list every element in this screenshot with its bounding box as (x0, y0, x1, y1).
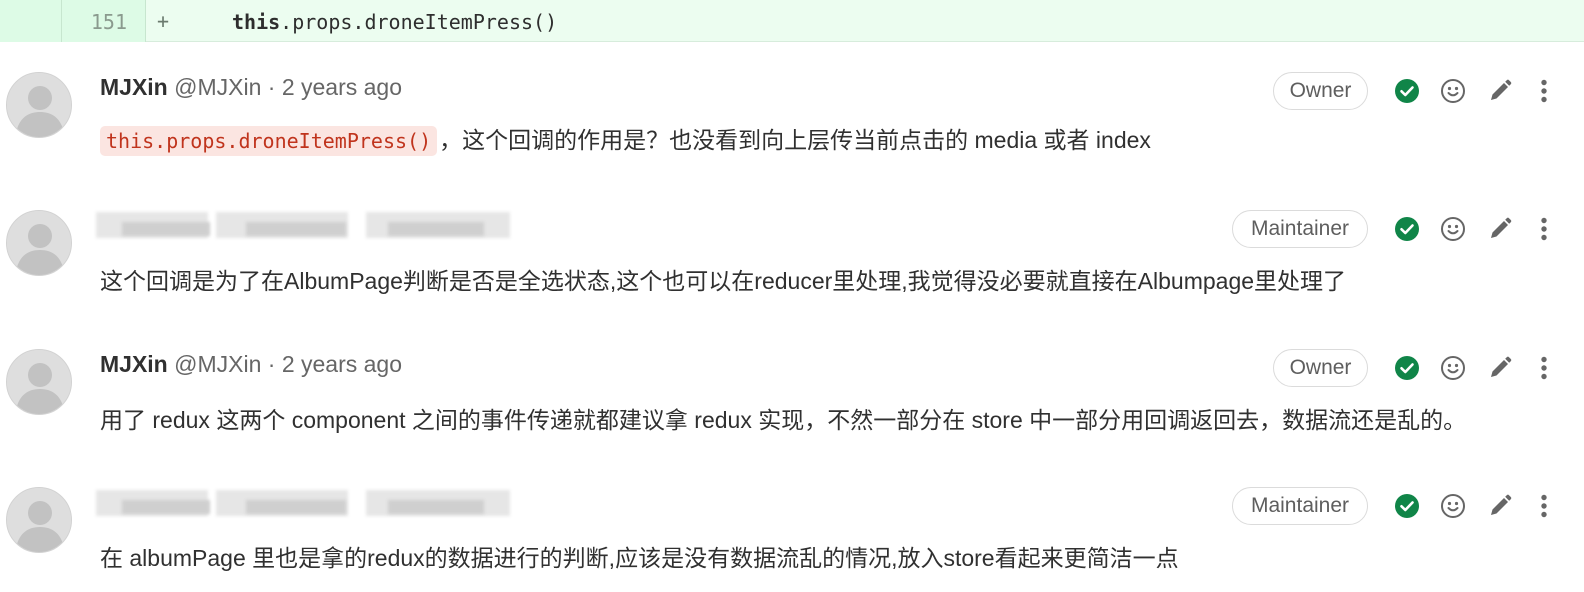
more-actions-button[interactable] (1529, 214, 1559, 244)
role-badge: Owner (1273, 72, 1368, 110)
smiley-icon (1441, 79, 1465, 103)
author-name[interactable]: MJXin (100, 74, 168, 100)
note-timestamp[interactable]: 2 years ago (282, 351, 402, 377)
default-avatar-icon (7, 488, 71, 552)
avatar[interactable] (6, 72, 72, 138)
kebab-menu-icon (1541, 356, 1547, 380)
discussion-note: 这个回调是为了在AlbumPage判断是否是全选状态,这个也可以在reducer… (0, 180, 1584, 310)
avatar[interactable] (6, 210, 72, 276)
check-circle-icon (1395, 494, 1419, 518)
diff-new-line-gutter[interactable]: 151 (62, 0, 146, 42)
resolve-thread-button[interactable] (1392, 214, 1422, 244)
note-header: MJXin @MJXin · 2 years ago (100, 74, 402, 101)
diff-line-number[interactable]: 151 (91, 10, 127, 34)
check-circle-icon (1395, 217, 1419, 241)
discussion-note: MJXin @MJXin · 2 years ago 用了 redux 这两个 … (0, 319, 1584, 449)
edit-comment-button[interactable] (1485, 214, 1515, 244)
role-badge: Maintainer (1232, 210, 1368, 248)
diff-code-keyword: this (232, 10, 281, 34)
edit-comment-button[interactable] (1485, 353, 1515, 383)
add-reaction-button[interactable] (1438, 353, 1468, 383)
kebab-menu-icon (1541, 217, 1547, 241)
author-username[interactable]: @MJXin (174, 74, 261, 100)
default-avatar-icon (7, 211, 71, 275)
more-actions-button[interactable] (1529, 76, 1559, 106)
edit-comment-button[interactable] (1485, 491, 1515, 521)
check-circle-icon (1395, 79, 1419, 103)
role-badge: Maintainer (1232, 487, 1368, 525)
pencil-icon (1491, 79, 1512, 100)
more-actions-button[interactable] (1529, 353, 1559, 383)
pencil-icon (1491, 494, 1512, 515)
resolve-thread-button[interactable] (1392, 76, 1422, 106)
diff-old-line-gutter[interactable] (0, 0, 62, 42)
kebab-menu-icon (1541, 494, 1547, 518)
header-separator: · (267, 74, 276, 100)
add-reaction-button[interactable] (1438, 491, 1468, 521)
diff-added-marker: + (157, 9, 170, 33)
more-actions-button[interactable] (1529, 491, 1559, 521)
header-separator: · (267, 351, 276, 377)
redacted-author-name (96, 212, 510, 238)
edit-comment-button[interactable] (1485, 76, 1515, 106)
note-text: 在 albumPage 里也是拿的redux的数据进行的判断,应该是没有数据流乱… (100, 545, 1179, 571)
smiley-icon (1441, 494, 1465, 518)
discussion-note: 在 albumPage 里也是拿的redux的数据进行的判断,应该是没有数据流乱… (0, 457, 1584, 587)
note-body: 用了 redux 这两个 component 之间的事件传递就都建议拿 redu… (100, 401, 1466, 435)
resolve-thread-button[interactable] (1392, 353, 1422, 383)
check-circle-icon (1395, 356, 1419, 380)
kebab-menu-icon (1541, 79, 1547, 103)
add-reaction-button[interactable] (1438, 76, 1468, 106)
note-body: 这个回调是为了在AlbumPage判断是否是全选状态,这个也可以在reducer… (100, 262, 1346, 296)
note-text: 用了 redux 这两个 component 之间的事件传递就都建议拿 redu… (100, 407, 1467, 433)
smiley-icon (1441, 356, 1465, 380)
author-name[interactable]: MJXin (100, 351, 168, 377)
discussion-note: MJXin @MJXin · 2 years ago this.props.dr… (0, 42, 1584, 172)
default-avatar-icon (7, 73, 71, 137)
note-timestamp[interactable]: 2 years ago (282, 74, 402, 100)
resolve-thread-button[interactable] (1392, 491, 1422, 521)
note-body: this.props.droneItemPress() ，这个回调的作用是？也没看… (100, 121, 1151, 156)
smiley-icon (1441, 217, 1465, 241)
note-text: ，这个回调的作用是？也没看到向上层传当前点击的 media 或者 index (439, 127, 1151, 153)
note-body: 在 albumPage 里也是拿的redux的数据进行的判断,应该是没有数据流乱… (100, 539, 1179, 573)
pencil-icon (1491, 217, 1512, 238)
diff-added-line: 151 + this.props.droneItemPress() (0, 0, 1584, 42)
diff-code: this.props.droneItemPress() (232, 10, 557, 34)
avatar[interactable] (6, 349, 72, 415)
redacted-author-name (96, 490, 510, 516)
inline-code: this.props.droneItemPress() (100, 126, 438, 156)
diff-code-rest: .props.droneItemPress() (280, 10, 558, 34)
note-header: MJXin @MJXin · 2 years ago (100, 351, 402, 378)
author-username[interactable]: @MJXin (174, 351, 261, 377)
pencil-icon (1491, 356, 1512, 377)
default-avatar-icon (7, 350, 71, 414)
avatar[interactable] (6, 487, 72, 553)
note-text: 这个回调是为了在AlbumPage判断是否是全选状态,这个也可以在reducer… (100, 268, 1347, 294)
add-reaction-button[interactable] (1438, 214, 1468, 244)
role-badge: Owner (1273, 349, 1368, 387)
